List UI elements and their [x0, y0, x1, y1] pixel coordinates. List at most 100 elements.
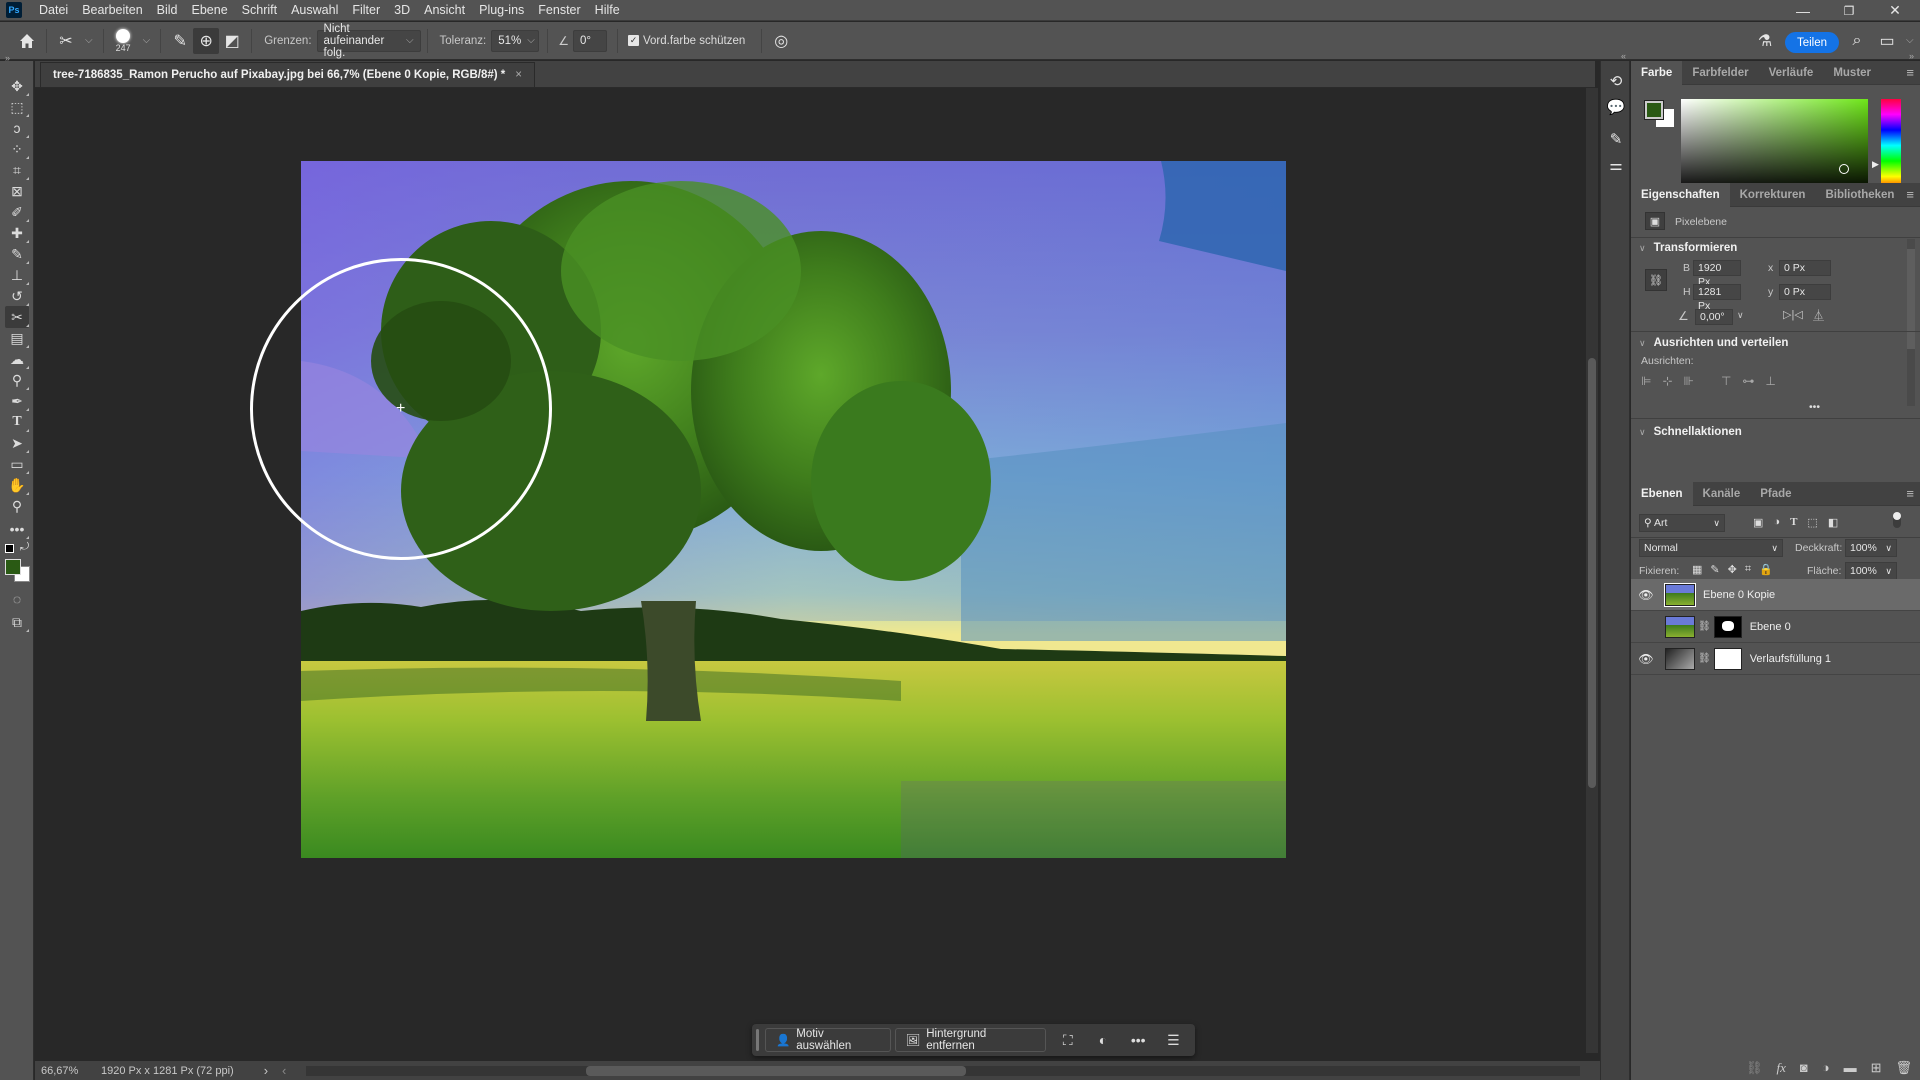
menu-auswahl[interactable]: Auswahl	[284, 0, 345, 21]
vertical-scroll-thumb[interactable]	[1588, 358, 1596, 788]
filter-toggle[interactable]	[1893, 512, 1901, 528]
menu-ebene[interactable]: Ebene	[185, 0, 235, 21]
more-align-options-icon[interactable]: •••	[1809, 401, 1820, 413]
layer-mask-thumbnail[interactable]	[1713, 647, 1742, 670]
tab-kanaele[interactable]: Kanäle	[1693, 482, 1751, 506]
align-center-h-icon[interactable]: ⊹	[1662, 374, 1672, 388]
scroll-left-arrow[interactable]: ‹	[282, 1063, 286, 1078]
filter-shape-icon[interactable]: ⬚	[1807, 516, 1817, 529]
protect-foreground-checkbox[interactable]: ✓	[627, 35, 639, 46]
menu-plugins[interactable]: Plug-ins	[472, 0, 531, 21]
gradient-tool-icon[interactable]: ▤	[5, 327, 29, 349]
limits-dropdown[interactable]: Nicht aufeinander folg. ⌵	[316, 23, 421, 59]
swap-colors-icon[interactable]: ⤾	[20, 541, 29, 554]
workspace-icon[interactable]: ▭	[1874, 28, 1900, 54]
menu-hilfe[interactable]: Hilfe	[588, 0, 627, 21]
maximize-button[interactable]: ❐	[1826, 0, 1872, 21]
share-button[interactable]: Teilen	[1785, 32, 1839, 53]
add-mask-icon[interactable]: ◙	[1800, 1060, 1808, 1076]
menu-bild[interactable]: Bild	[150, 0, 185, 21]
new-adjustment-layer-icon[interactable]: ◑	[1822, 1060, 1830, 1076]
chevron-down-icon[interactable]: ∨	[1885, 540, 1892, 556]
properties-scroll-thumb[interactable]	[1907, 249, 1915, 349]
layer-mask-thumbnail[interactable]	[1713, 615, 1742, 638]
comments-icon[interactable]: 💬	[1604, 95, 1628, 119]
eraser-tool-icon[interactable]: ✂	[5, 306, 29, 328]
filter-type-icon[interactable]: T	[1790, 516, 1797, 529]
align-bottom-icon[interactable]: ⊥	[1765, 374, 1775, 388]
tab-pfade[interactable]: Pfade	[1750, 482, 1801, 506]
opacity-field[interactable]: 100% ∨	[1845, 539, 1897, 557]
sampling-once-icon[interactable]: ⊕	[193, 27, 220, 54]
layer-style-fx-icon[interactable]: fx	[1776, 1060, 1785, 1076]
lock-position-icon[interactable]: ✥	[1728, 563, 1737, 576]
quick-mask-icon[interactable]: ◌	[5, 588, 29, 610]
lock-all-icon[interactable]: 🔒	[1759, 563, 1773, 576]
foreground-color-chip[interactable]	[1644, 100, 1664, 120]
panel-menu-icon[interactable]: ≡	[1906, 65, 1914, 80]
flip-horizontal-icon[interactable]: ▷|◁	[1783, 308, 1803, 321]
lock-image-pixels-icon[interactable]: ✎	[1710, 563, 1719, 576]
more-options-icon[interactable]: •••	[1121, 1028, 1156, 1052]
vertical-scrollbar[interactable]	[1586, 88, 1598, 1053]
new-group-folder-icon[interactable]: ▬	[1844, 1060, 1857, 1076]
labs-flask-icon[interactable]: ⚗	[1752, 28, 1778, 54]
expand-panels-icon[interactable]: «	[1621, 51, 1626, 61]
link-dimensions-icon[interactable]: ⛓	[1645, 269, 1667, 291]
tab-muster[interactable]: Muster	[1823, 61, 1881, 85]
fill-field[interactable]: 100% ∨	[1845, 562, 1897, 580]
close-document-icon[interactable]: ×	[515, 69, 522, 81]
align-right-icon[interactable]: ⊪	[1684, 374, 1694, 388]
lasso-tool-icon[interactable]: ↄ	[5, 117, 29, 139]
pressure-size-icon[interactable]: ◎	[768, 28, 794, 54]
menu-fenster[interactable]: Fenster	[531, 0, 587, 21]
move-tool-icon[interactable]: ✥	[5, 75, 29, 97]
layer-name[interactable]: Verlaufsfüllung 1	[1750, 653, 1831, 665]
type-tool-icon[interactable]: T	[5, 411, 29, 433]
history-brush-tool-icon[interactable]: ↺	[5, 285, 29, 307]
mask-link-icon[interactable]: ⛓	[1698, 621, 1711, 632]
visibility-hidden-box[interactable]: □	[1635, 620, 1657, 634]
angle-input[interactable]: 0°	[572, 29, 607, 52]
width-field[interactable]: 1920 Px	[1693, 260, 1741, 288]
settings-sliders-icon[interactable]: ☰	[1156, 1028, 1191, 1052]
delete-layer-trash-icon[interactable]: 🗑	[1895, 1060, 1912, 1076]
quick-selection-tool-icon[interactable]: ⁘	[5, 138, 29, 160]
tab-eigenschaften[interactable]: Eigenschaften	[1631, 182, 1730, 207]
chevron-down-icon[interactable]: ⌵	[527, 35, 535, 46]
minimize-button[interactable]: —	[1780, 0, 1826, 21]
search-icon[interactable]: ⌕	[1844, 28, 1870, 54]
close-window-button[interactable]: ✕	[1872, 0, 1918, 21]
align-section-header[interactable]: ∨ Ausrichten und verteilen	[1639, 337, 1788, 349]
tolerance-input[interactable]: 51% ⌵	[491, 29, 540, 52]
blend-mode-dropdown[interactable]: Normal ∨	[1639, 539, 1783, 557]
rotation-field[interactable]: 0,00°	[1695, 309, 1733, 325]
sampling-continuous-icon[interactable]: ✎	[167, 28, 193, 54]
tab-farbe[interactable]: Farbe	[1631, 60, 1683, 85]
marquee-tool-icon[interactable]: ⬚	[5, 96, 29, 118]
history-icon[interactable]: ⟲	[1604, 69, 1628, 93]
screen-mode-icon[interactable]: ⧉	[5, 611, 29, 633]
adjustment-icon[interactable]: ◐	[1085, 1028, 1120, 1052]
visibility-eye-icon[interactable]: 👁	[1635, 588, 1657, 602]
height-field[interactable]: 1281 Px	[1693, 284, 1741, 312]
y-field[interactable]: 0 Px	[1779, 284, 1831, 300]
quick-actions-section-header[interactable]: ∨ Schnellaktionen	[1639, 426, 1742, 438]
flip-vertical-icon[interactable]: ⏅	[1813, 307, 1824, 323]
tab-ebenen[interactable]: Ebenen	[1631, 481, 1693, 506]
chevron-down-icon[interactable]: ∨	[1885, 563, 1892, 579]
sampling-background-swatch-icon[interactable]: ◩	[219, 28, 245, 54]
document-image[interactable]: +	[301, 161, 1286, 858]
crop-tool-icon[interactable]: ⌗	[5, 159, 29, 181]
lock-transparent-pixels-icon[interactable]: ▦	[1692, 563, 1702, 576]
status-menu-arrow[interactable]: ›	[264, 1063, 268, 1078]
layer-name[interactable]: Ebene 0 Kopie	[1703, 589, 1775, 601]
properties-scrollbar[interactable]	[1907, 239, 1915, 406]
menu-bearbeiten[interactable]: Bearbeiten	[75, 0, 149, 21]
saturation-brightness-field[interactable]	[1681, 99, 1868, 192]
healing-brush-tool-icon[interactable]: ✚	[5, 222, 29, 244]
brush-preset-picker[interactable]: 247	[116, 28, 131, 53]
chevron-down-icon[interactable]: ∨	[1737, 310, 1744, 321]
rectangle-tool-icon[interactable]: ▭	[5, 453, 29, 475]
hue-slider[interactable]	[1881, 99, 1901, 192]
